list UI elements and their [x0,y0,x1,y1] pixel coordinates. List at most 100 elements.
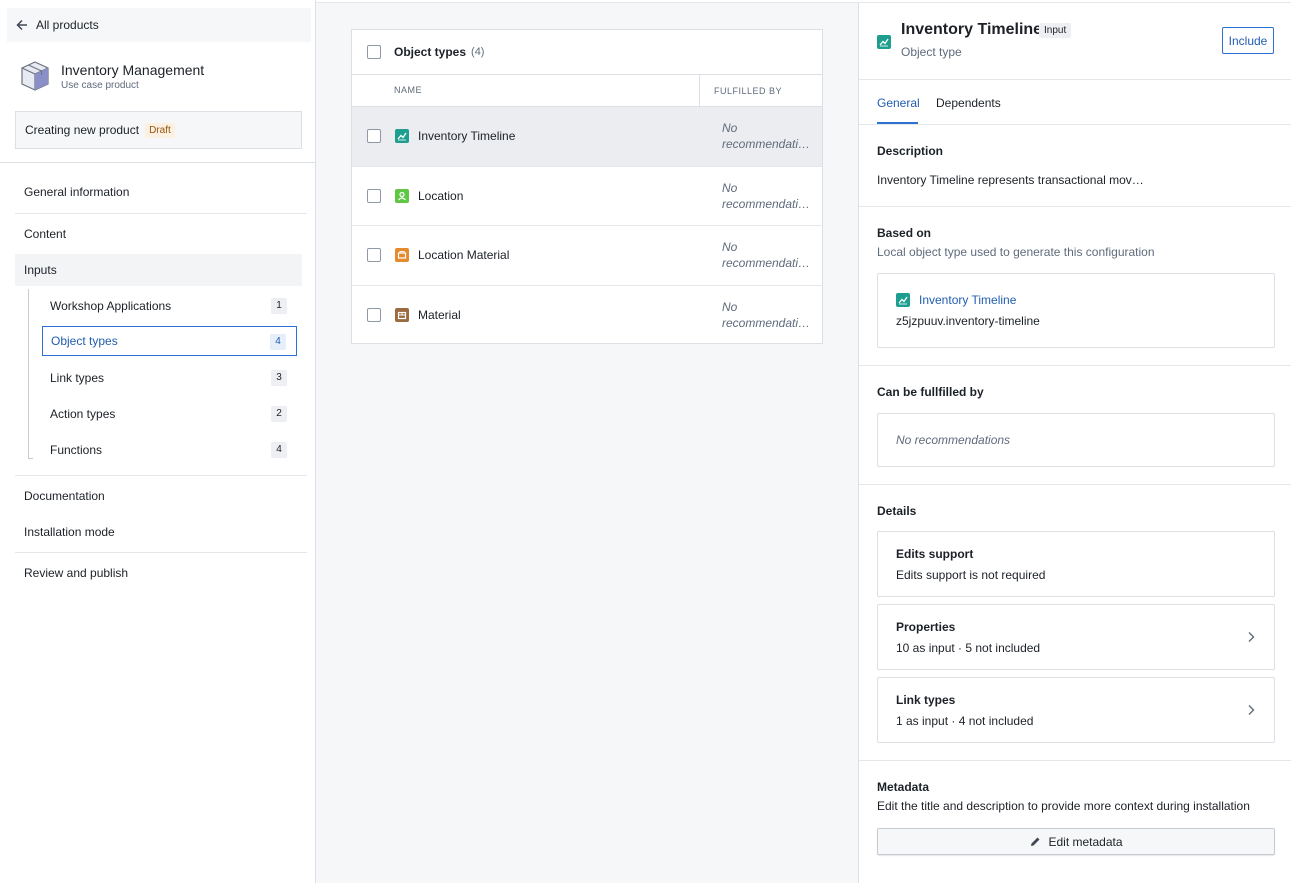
fulfilled-text: recommendati… [722,196,811,211]
nav-label: Content [24,227,67,241]
properties-card[interactable]: Properties 10 as input · 5 not included [877,604,1275,670]
fulfilled-by-cell: No recommendati… [722,239,814,271]
table-row[interactable]: Location Material No recommendati… [352,226,822,286]
divider [859,124,1291,125]
panel-subtitle: Object type [901,45,962,59]
metadata-text: Edit the title and description to provid… [877,799,1250,813]
tree-guide-line [28,289,33,459]
select-all-checkbox[interactable] [367,45,381,59]
edit-metadata-label: Edit metadata [1048,834,1123,849]
draft-badge: Draft [145,122,175,138]
row-checkbox[interactable] [367,188,381,203]
row-name: Location [418,188,464,203]
divider [859,79,1291,80]
link-types-card[interactable]: Link types 1 as input · 4 not included [877,677,1275,743]
chevron-right-icon [1248,632,1255,642]
description-text: Inventory Timeline represents transactio… [877,173,1144,187]
fulfilled-by-cell: No recommendati… [722,180,814,212]
nav-general-information[interactable]: General information [15,176,302,208]
fulfilled-by-cell: No recommendati… [722,299,814,331]
nav-functions[interactable]: Functions 4 [42,435,297,465]
object-api-name: z5jzpuuv.inventory-timeline [896,314,1040,328]
nav-label: Review and publish [24,566,129,580]
nav-object-types[interactable]: Object types 4 [42,326,297,356]
fulfilled-text: No [722,240,738,254]
no-recommendations-text: No recommendations [896,433,1011,447]
based-on-object-link[interactable]: Inventory Timeline [919,293,1016,307]
nav-label: Link types [50,371,105,385]
nav-label: General information [24,185,130,199]
row-name: Material [418,308,461,323]
chevron-right-icon [1248,705,1255,715]
count-badge: 4 [270,334,286,350]
timeline-chart-icon [395,129,409,144]
row-checkbox[interactable] [367,248,381,263]
fulfilled-text: recommendati… [722,315,811,330]
product-title: Inventory Management [61,61,205,78]
divider [15,475,307,476]
details-heading: Details [877,504,917,518]
timeline-chart-icon [877,35,891,49]
count-badge: 3 [271,370,287,386]
description-heading: Description [877,144,944,158]
based-on-card: Inventory Timeline z5jzpuuv.inventory-ti… [877,273,1275,348]
fulfilled-text: recommendati… [722,256,811,270]
table-row[interactable]: Location No recommendati… [352,167,822,226]
table-count: (4) [471,46,485,58]
divider [15,213,307,214]
card-title: Properties [896,620,956,634]
fulfilled-by-cell: No recommendati… [722,120,814,152]
sidebar: All products Inventory Management Use ca… [0,0,316,883]
column-header-fulfilled-by[interactable]: FULFILLED BY [699,75,782,107]
nav-label: Functions [50,443,103,457]
table-row[interactable]: Inventory Timeline No recommendati… [352,107,822,167]
panel-title: Inventory Timeline [901,21,1043,38]
fulfilled-text: No [722,299,738,314]
tab-general[interactable]: General [877,96,920,110]
table-title: Object types [394,45,467,59]
table-row[interactable]: Material No recommendati… [352,286,822,346]
divider [859,484,1291,485]
column-header-name[interactable]: NAME [394,85,422,95]
nav-link-types[interactable]: Link types 3 [42,363,297,393]
location-material-icon [395,248,409,263]
product-cube-icon [21,61,49,91]
nav-label: Object types [51,334,118,348]
table-header: Object types (4) [352,30,822,75]
nav-label: Inputs [24,263,57,277]
nav-review-and-publish[interactable]: Review and publish [15,557,302,589]
card-text: 10 as input · 5 not included [896,641,1041,655]
row-checkbox[interactable] [367,129,381,144]
nav-installation-mode[interactable]: Installation mode [15,516,302,548]
status-label: Creating new product [25,123,140,137]
material-box-icon [395,308,409,323]
row-name: Location Material [418,248,510,263]
nav-label: Workshop Applications [50,299,172,313]
product-subtitle: Use case product [61,79,139,91]
object-types-table: Object types (4) NAME FULFILLED BY Inven… [351,29,823,344]
nav-content[interactable]: Content [15,218,302,250]
tab-dependents[interactable]: Dependents [936,96,1001,110]
nav-inputs[interactable]: Inputs [15,254,302,286]
row-checkbox[interactable] [367,308,381,323]
metadata-heading: Metadata [877,780,930,794]
all-products-back-button[interactable]: All products [7,8,311,42]
divider [859,206,1291,207]
fulfilled-heading: Can be fullfilled by [877,385,984,399]
location-person-icon [395,188,409,203]
nav-action-types[interactable]: Action types 2 [42,399,297,429]
count-badge: 4 [271,442,287,458]
fulfilled-text: recommendati… [722,137,811,151]
edits-support-card: Edits support Edits support is not requi… [877,531,1275,597]
divider [15,552,307,553]
nav-label: Action types [50,407,116,421]
card-title: Edits support [896,547,974,561]
edit-metadata-button[interactable]: Edit metadata [877,828,1275,855]
row-name: Inventory Timeline [418,129,516,144]
product-header: Inventory Management Use case product [19,60,204,92]
divider [859,760,1291,761]
nav-documentation[interactable]: Documentation [15,480,302,512]
include-button[interactable]: Include [1222,27,1274,54]
nav-workshop-applications[interactable]: Workshop Applications 1 [42,291,297,321]
fulfilled-card: No recommendations [877,413,1275,467]
